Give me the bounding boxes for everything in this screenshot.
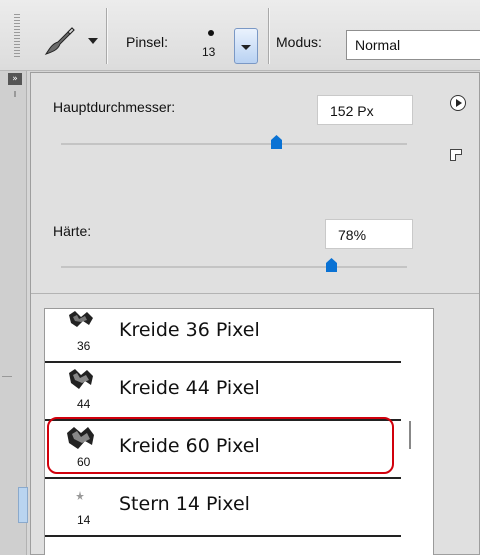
hardness-field[interactable]: 78%	[325, 219, 413, 249]
list-item[interactable]: 36 Kreide 36 Pixel	[45, 309, 401, 363]
diameter-label: Hauptdurchmesser:	[53, 99, 176, 115]
list-item[interactable]: 14 Stern 14 Pixel	[45, 479, 401, 537]
star-brush-icon	[76, 491, 84, 500]
diameter-slider[interactable]	[61, 143, 407, 145]
selected-preset-highlight	[47, 417, 394, 474]
brush-label: Pinsel:	[126, 34, 169, 50]
hardness-value: 78%	[338, 227, 367, 243]
hardness-slider[interactable]	[61, 266, 407, 268]
brush-picker-button[interactable]	[234, 28, 258, 64]
toolbar-separator	[106, 8, 107, 64]
mode-value: Normal	[355, 37, 401, 53]
preset-size: 14	[77, 513, 91, 527]
mode-select[interactable]: Normal	[346, 30, 480, 60]
list-scrollbar[interactable]	[409, 421, 411, 449]
brush-size-label: 13	[202, 45, 216, 59]
preset-name: Stern 14 Pixel	[119, 493, 250, 515]
list-item[interactable]: 44 Kreide 44 Pixel	[45, 363, 401, 421]
brush-tool-icon[interactable]	[42, 22, 78, 58]
panel-divider	[31, 293, 479, 294]
chalk-brush-icon	[69, 369, 93, 389]
chalk-brush-icon	[69, 311, 93, 327]
diameter-slider-thumb[interactable]	[270, 135, 282, 149]
dock-tab[interactable]	[18, 487, 28, 523]
chevron-down-icon	[241, 45, 251, 50]
preset-size: 44	[77, 397, 91, 411]
mode-label: Modus:	[276, 34, 322, 50]
hardness-slider-thumb[interactable]	[325, 258, 337, 272]
expand-dock-icon[interactable]: »	[8, 73, 22, 85]
preset-name: Kreide 36 Pixel	[119, 319, 260, 341]
diameter-value: 152 Px	[330, 103, 374, 119]
options-bar: Pinsel: 13 Modus: Normal	[0, 0, 480, 71]
diameter-field[interactable]: 152 Px	[317, 95, 413, 125]
preset-name: Kreide 44 Pixel	[119, 377, 260, 399]
new-preset-icon[interactable]	[450, 149, 462, 161]
dock-grip[interactable]	[14, 91, 16, 97]
item-separator	[45, 535, 401, 537]
preset-size: 36	[77, 339, 91, 353]
dock-divider	[2, 376, 12, 377]
hardness-label: Härte:	[53, 223, 92, 239]
panel-dock: »	[0, 71, 28, 555]
toolbar-grip[interactable]	[14, 14, 20, 58]
tool-preset-arrow-icon[interactable]	[88, 38, 98, 44]
brush-preview-icon[interactable]	[208, 30, 214, 36]
panel-menu-icon[interactable]	[450, 95, 466, 111]
toolbar-separator	[268, 8, 269, 64]
